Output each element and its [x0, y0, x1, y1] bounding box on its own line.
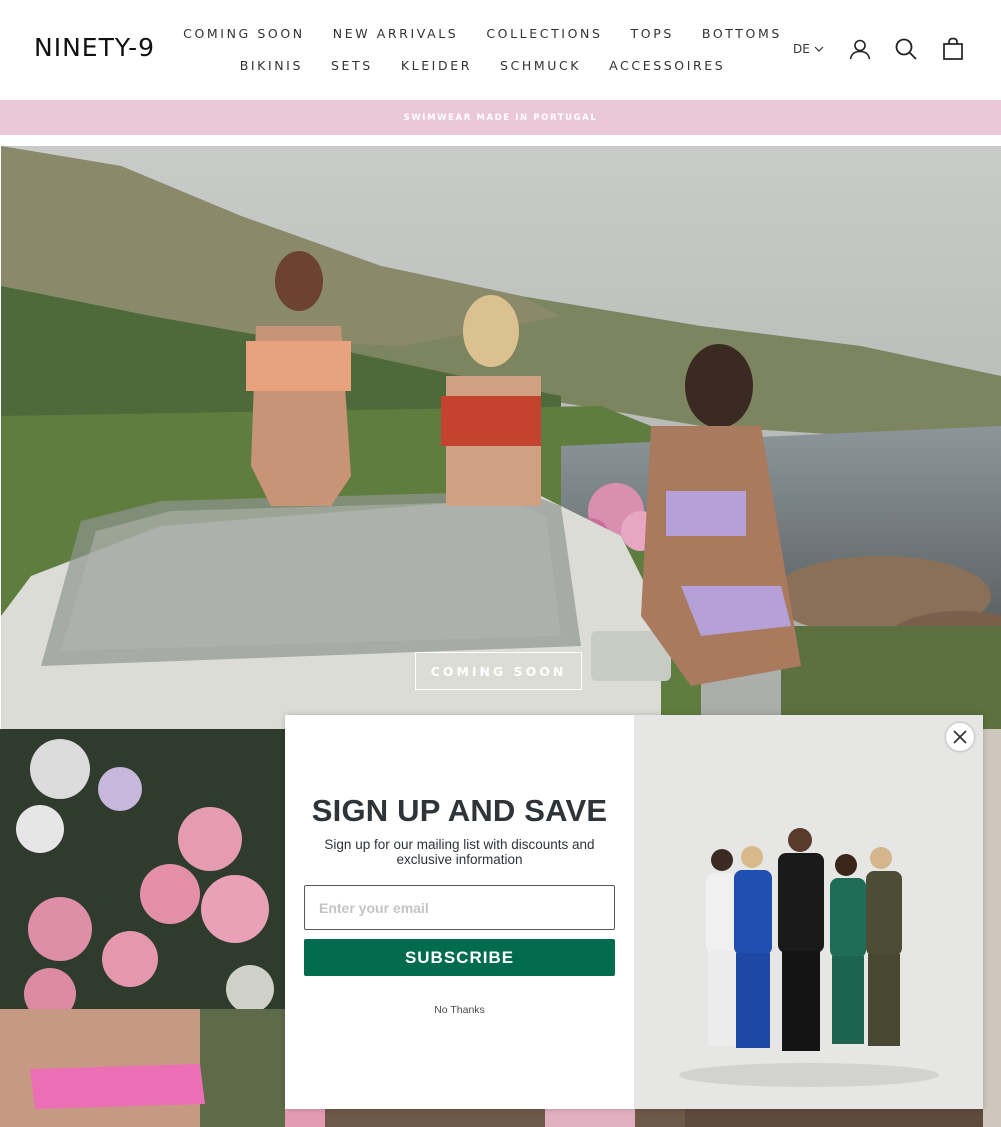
- nav-link-coming-soon[interactable]: COMING SOON: [169, 26, 319, 41]
- main-nav-row-2: BIKINIS SETS KLEIDER SCHMUCK ACCESSOIRES: [180, 58, 785, 73]
- no-thanks-link[interactable]: No Thanks: [285, 1004, 634, 1016]
- site-logo[interactable]: NINETY-9: [34, 33, 155, 62]
- language-label: DE: [793, 42, 810, 56]
- flowers-image: [0, 729, 285, 1009]
- main-nav-row-1: COMING SOON NEW ARRIVALS COLLECTIONS TOP…: [180, 26, 785, 41]
- newsletter-form-panel: SIGN UP AND SAVE Sign up for our mailing…: [285, 715, 634, 1109]
- cart-icon[interactable]: [941, 37, 965, 61]
- account-icon[interactable]: [848, 37, 872, 61]
- nav-link-tops[interactable]: TOPS: [617, 26, 688, 41]
- close-icon: [953, 730, 967, 744]
- pink-bikini-image-tile[interactable]: [0, 1009, 285, 1127]
- nav-link-bikinis[interactable]: BIKINIS: [226, 58, 317, 73]
- announcement-bar: SWIMWEAR MADE IN PORTUGAL: [0, 100, 1001, 135]
- popup-title: SIGN UP AND SAVE: [311, 793, 608, 828]
- pink-bikini-image: [0, 1009, 285, 1127]
- search-icon[interactable]: [894, 37, 918, 61]
- bottom-image-tile: [285, 1108, 983, 1127]
- language-selector[interactable]: DE: [793, 36, 824, 62]
- nav-link-schmuck[interactable]: SCHMUCK: [486, 58, 595, 73]
- hero-image: [1, 146, 1001, 729]
- side-image-tile: [983, 729, 1001, 1127]
- popup-close-button[interactable]: [945, 722, 975, 752]
- nav-link-accessoires[interactable]: ACCESSOIRES: [595, 58, 739, 73]
- flowers-image-tile[interactable]: [0, 729, 285, 1009]
- popup-promo-image: [634, 715, 983, 1109]
- popup-description: Sign up for our mailing list with discou…: [324, 837, 595, 867]
- group-photo-image: [634, 715, 983, 1109]
- nav-link-kleider[interactable]: KLEIDER: [387, 58, 486, 73]
- subscribe-button[interactable]: SUBSCRIBE: [304, 939, 615, 976]
- bottom-image: [285, 1108, 983, 1127]
- newsletter-popup: SIGN UP AND SAVE Sign up for our mailing…: [285, 715, 983, 1109]
- site-header: NINETY-9 COMING SOON NEW ARRIVALS COLLEC…: [0, 0, 1001, 100]
- email-input[interactable]: [304, 885, 615, 930]
- announcement-text: SWIMWEAR MADE IN PORTUGAL: [403, 112, 598, 123]
- nav-link-sets[interactable]: SETS: [317, 58, 387, 73]
- nav-link-bottoms[interactable]: BOTTOMS: [688, 26, 796, 41]
- nav-link-new-arrivals[interactable]: NEW ARRIVALS: [319, 26, 473, 41]
- chevron-down-icon: [814, 46, 824, 52]
- hero-banner[interactable]: COMING SOON: [1, 146, 1001, 729]
- nav-link-collections[interactable]: COLLECTIONS: [472, 26, 616, 41]
- language-toggle[interactable]: DE: [793, 36, 824, 62]
- hero-coming-soon-button[interactable]: COMING SOON: [415, 652, 582, 690]
